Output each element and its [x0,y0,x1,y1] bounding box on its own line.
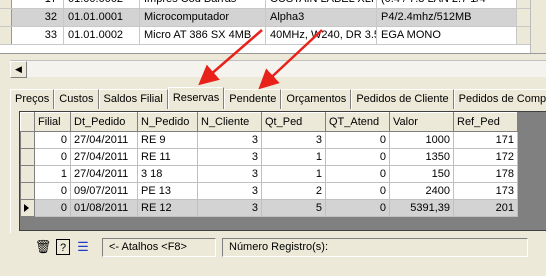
reservas-panel: Filial Dt_Pedido N_Pedido N_Cliente Qt_P… [10,109,546,233]
table-row[interactable]: 0 27/04/2011 RE 11 3 1 0 1350 172 [20,148,518,166]
table-row[interactable]: 17 01.00.0002 Impres Cód Barras CUSTAIN … [0,0,546,9]
column-header[interactable]: Qt_Ped [261,112,326,132]
column-header[interactable]: Valor [389,112,454,132]
help-icon[interactable]: ? [56,239,70,255]
tab-pedidos-compra[interactable]: Pedidos de Compra [453,89,546,109]
reservas-grid: Filial Dt_Pedido N_Pedido N_Cliente Qt_P… [19,111,546,231]
trash-icon[interactable]: 🗑 [34,238,52,256]
product-grid: 17 01.00.0002 Impres Cód Barras CUSTAIN … [0,0,546,54]
column-header[interactable]: Filial [34,112,71,132]
table-row[interactable]: 0 27/04/2011 RE 9 3 3 0 1000 171 [20,131,518,149]
tab-precos[interactable]: Preços [10,89,55,109]
tab-pedidos-cliente[interactable]: Pedidos de Cliente [351,89,454,109]
horizontal-scrollbar[interactable]: ◀ [10,60,546,78]
bottom-toolbar: 🗑 ? ☰ <- Atalhos <F8> Número Registro(s)… [10,234,546,260]
column-header[interactable]: N_Cliente [197,112,262,132]
column-header[interactable]: Ref_Ped [453,112,518,132]
tab-orcamentos[interactable]: Orçamentos [281,89,352,109]
vertical-scrollbar[interactable] [530,0,546,53]
tab-reservas[interactable]: Reservas [167,87,225,109]
table-row[interactable]: 32 01.01.0001 Microcomputador Alpha3 P4/… [0,9,546,27]
list-icon[interactable]: ☰ [74,238,92,256]
table-row[interactable]: 0 01/08/2011 RE 12 3 5 0 5391,39 201 [20,199,518,217]
column-header[interactable]: Dt_Pedido [70,112,138,132]
table-row[interactable]: 1 27/04/2011 3 18 3 1 0 150 178 [20,165,518,183]
current-row-icon [24,204,29,212]
record-count-field: Número Registro(s): [222,237,528,257]
column-header[interactable]: N_Pedido [137,112,198,132]
shortcuts-field[interactable]: <- Atalhos <F8> [102,237,216,257]
detail-tabs: Preços Custos Saldos Filial Reservas Pen… [10,87,546,109]
column-header[interactable]: QT_Atend [325,112,390,132]
tab-saldos-filial[interactable]: Saldos Filial [98,89,168,109]
scroll-left-icon[interactable]: ◀ [10,61,27,78]
table-row[interactable]: 0 09/07/2011 PE 13 3 2 0 2400 173 [20,182,518,200]
tab-pendente[interactable]: Pendente [224,89,282,109]
tab-custos[interactable]: Custos [54,89,99,109]
table-row[interactable]: 33 01.01.0002 Micro AT 386 SX 4MB 40MHz,… [0,27,546,45]
